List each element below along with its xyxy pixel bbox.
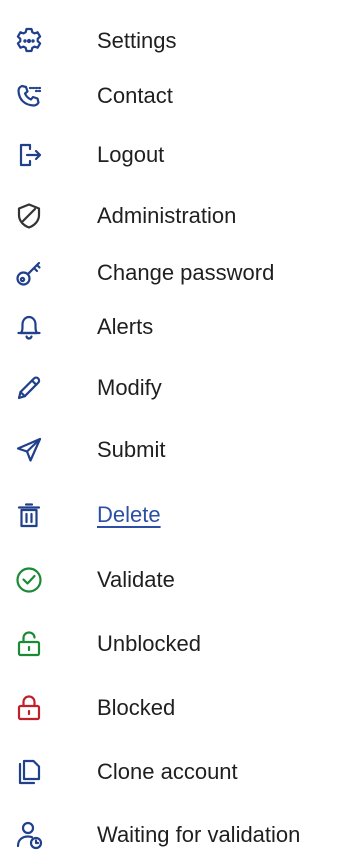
- lock-icon: [12, 691, 46, 725]
- pencil-icon: [12, 371, 46, 405]
- trash-icon: [12, 498, 46, 532]
- menu-item-contact[interactable]: Contact: [0, 72, 338, 120]
- menu-item-label: Clone account: [97, 759, 238, 784]
- menu-item-label: Unblocked: [97, 631, 201, 656]
- menu-item-label: Settings: [97, 28, 177, 53]
- menu-item-label: Validate: [97, 567, 175, 592]
- menu-item-clone-account[interactable]: Clone account: [0, 748, 338, 796]
- gear-icon: [12, 24, 46, 58]
- key-icon: [12, 256, 46, 290]
- menu-item-waiting-for-validation[interactable]: Waiting for validation: [0, 811, 338, 859]
- action-menu: Settings Contact Logout Administration C…: [0, 0, 338, 859]
- menu-item-label: Submit: [97, 437, 166, 462]
- menu-item-alerts[interactable]: Alerts: [0, 303, 338, 351]
- menu-item-label: Waiting for validation: [97, 822, 301, 847]
- bell-icon: [12, 310, 46, 344]
- logout-icon: [12, 138, 46, 172]
- user-clock-icon: [12, 818, 46, 852]
- unlock-icon: [12, 627, 46, 661]
- menu-item-submit[interactable]: Submit: [0, 426, 338, 474]
- menu-item-blocked[interactable]: Blocked: [0, 684, 338, 732]
- menu-item-label: Alerts: [97, 314, 154, 339]
- phone-icon: [12, 79, 46, 113]
- menu-item-settings[interactable]: Settings: [0, 17, 338, 65]
- menu-item-label: Change password: [97, 260, 275, 285]
- menu-item-administration[interactable]: Administration: [0, 192, 338, 240]
- menu-item-logout[interactable]: Logout: [0, 131, 338, 179]
- menu-item-label: Delete: [97, 502, 161, 527]
- shield-icon: [12, 199, 46, 233]
- menu-item-label: Administration: [97, 203, 237, 228]
- menu-item-label: Blocked: [97, 695, 176, 720]
- check-circle-icon: [12, 563, 46, 597]
- copy-icon: [12, 755, 46, 789]
- menu-item-label: Modify: [97, 375, 162, 400]
- menu-item-label: Logout: [97, 142, 165, 167]
- menu-item-validate[interactable]: Validate: [0, 556, 338, 604]
- menu-item-modify[interactable]: Modify: [0, 364, 338, 412]
- menu-item-unblocked[interactable]: Unblocked: [0, 620, 338, 668]
- menu-item-change-password[interactable]: Change password: [0, 249, 338, 297]
- menu-item-delete[interactable]: Delete: [0, 491, 338, 539]
- send-icon: [12, 433, 46, 467]
- menu-item-label: Contact: [97, 83, 173, 108]
